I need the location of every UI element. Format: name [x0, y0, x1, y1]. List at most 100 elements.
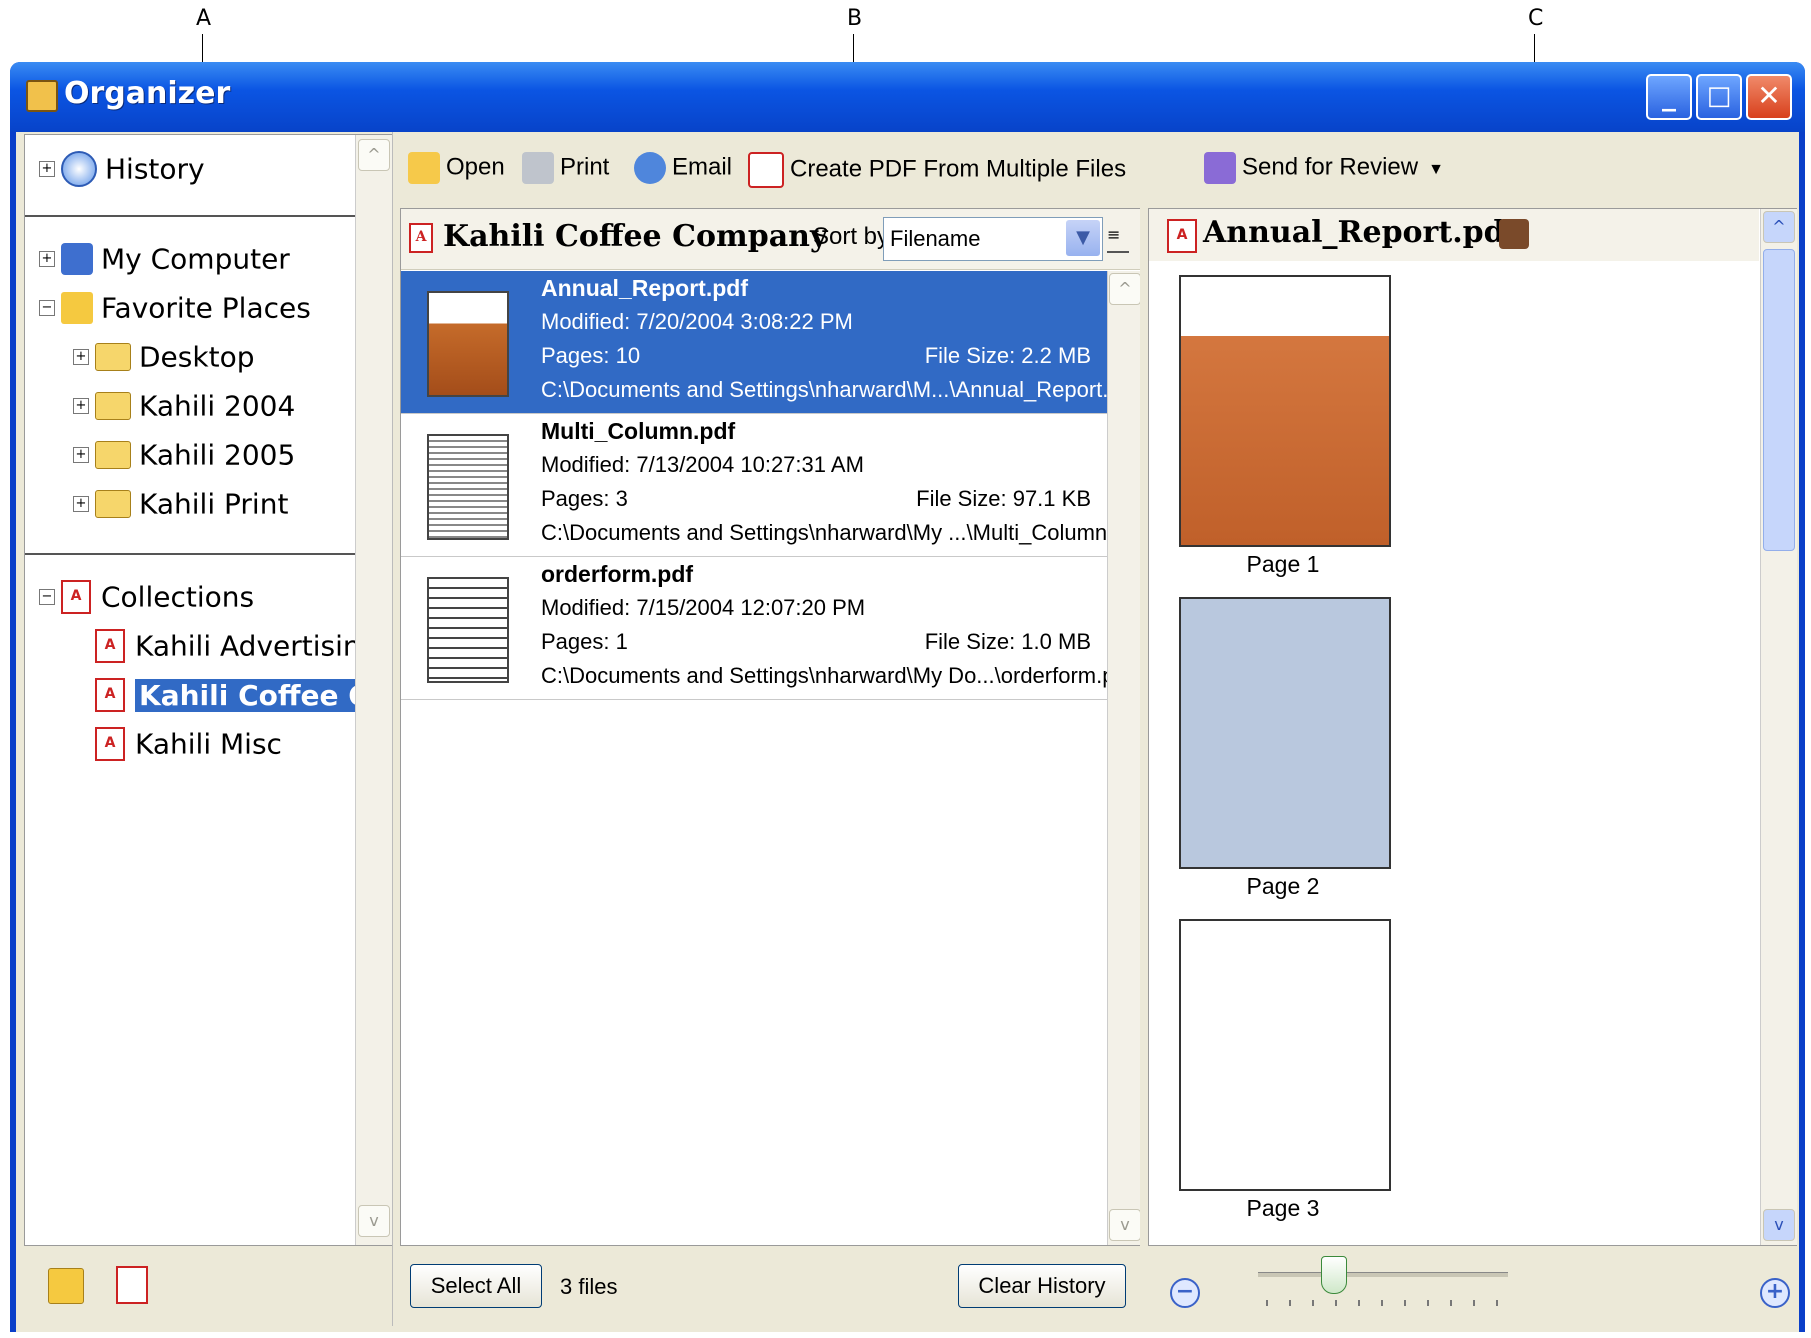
callout-b: B [847, 6, 863, 31]
chevron-down-icon[interactable]: ▼ [1066, 220, 1100, 256]
preview-footer: − + [1148, 1246, 1795, 1326]
dropdown-arrow-icon[interactable]: ▼ [1428, 161, 1444, 178]
scroll-up-arrow[interactable]: ^ [1109, 273, 1141, 305]
file-list-panel: A Kahili Coffee Company Sort by Filename … [400, 208, 1144, 1246]
page-thumbnail[interactable] [1179, 919, 1391, 1191]
expand-icon[interactable]: + [39, 251, 55, 267]
window-client-area: + History + My Computer − Favorite Places +… [16, 132, 1799, 1332]
create-pdf-icon [748, 152, 784, 188]
callout-c: C [1528, 6, 1544, 31]
zoom-slider-track[interactable] [1258, 1272, 1508, 1277]
collection-bag-icon[interactable] [1499, 219, 1529, 249]
collapse-icon[interactable]: − [39, 300, 55, 316]
scroll-down-arrow[interactable]: v [358, 1205, 390, 1237]
file-size: File Size: 97.1 KB [916, 486, 1091, 511]
email-button[interactable]: Email [634, 152, 732, 184]
file-row[interactable]: Multi_Column.pdf Modified: 7/13/2004 10:… [401, 414, 1144, 557]
tree-label: Kahili Coffee Co [135, 678, 393, 712]
send-for-review-button[interactable]: Send for Review ▼ [1204, 152, 1444, 184]
file-row[interactable]: orderform.pdf Modified: 7/15/2004 12:07:… [401, 557, 1133, 700]
print-label: Print [560, 153, 610, 181]
scroll-down-arrow[interactable]: v [1763, 1209, 1795, 1241]
open-button[interactable]: Open [408, 152, 505, 184]
tree-item-collection[interactable]: A Kahili Misc [95, 726, 282, 761]
tree-label: Kahili Advertising [135, 629, 379, 663]
zoom-in-icon[interactable]: + [1760, 1278, 1790, 1308]
file-size: File Size: 1.0 MB [924, 629, 1091, 654]
scroll-up-arrow[interactable]: ^ [358, 139, 390, 171]
collapse-icon[interactable]: − [39, 589, 55, 605]
create-pdf-button[interactable]: Create PDF From Multiple Files [748, 152, 1126, 188]
file-size: File Size: 2.2 MB [924, 343, 1091, 368]
tree-item-folder[interactable]: + Kahili 2005 [73, 437, 295, 472]
file-count: 3 files [560, 1274, 618, 1299]
file-path: C:\Documents and Settings\nharward\My Do… [541, 663, 1133, 688]
sort-by-select[interactable]: Filename ▼ [883, 217, 1103, 261]
expand-icon[interactable]: + [39, 161, 55, 177]
expand-icon[interactable]: + [73, 349, 89, 365]
star-folder-icon [61, 292, 93, 324]
tree-item-collection-selected[interactable]: A Kahili Coffee Co [95, 677, 393, 712]
file-path: C:\Documents and Settings\nharward\My ..… [541, 520, 1144, 545]
tree-item-collections[interactable]: − A Collections [39, 579, 254, 614]
file-name: orderform.pdf [541, 561, 694, 587]
close-button[interactable]: ✕ [1746, 74, 1792, 120]
expand-icon[interactable]: + [73, 496, 89, 512]
add-favorite-place-icon[interactable] [48, 1268, 84, 1304]
send-review-icon [1204, 152, 1236, 184]
scroll-up-arrow[interactable]: ^ [1763, 211, 1795, 243]
tree-label: Kahili 2004 [139, 389, 296, 423]
new-collection-icon[interactable] [116, 1266, 148, 1304]
tree-item-favorite-places[interactable]: − Favorite Places [39, 290, 311, 325]
tree-label: Kahili Misc [135, 727, 282, 761]
file-pages: Pages: 1 [541, 629, 628, 654]
tree-label: History [105, 152, 205, 186]
file-pages: Pages: 10 [541, 343, 641, 368]
preview-scrollbar[interactable]: ^ v [1760, 209, 1797, 1245]
tree-item-history[interactable]: + History [39, 151, 205, 187]
right-splitter[interactable] [1140, 208, 1148, 1326]
tree-item-collection[interactable]: A Kahili Advertising [95, 628, 378, 663]
file-pages: Pages: 3 [541, 486, 628, 511]
expand-icon[interactable]: + [73, 398, 89, 414]
sort-value: Filename [890, 226, 981, 251]
sort-order-icon[interactable]: ≡ [1107, 225, 1129, 253]
tree-label: My Computer [101, 242, 290, 276]
clear-history-button[interactable]: Clear History [958, 1264, 1126, 1308]
left-scrollbar[interactable]: ^ v [355, 135, 392, 1245]
select-all-button[interactable]: Select All [410, 1264, 542, 1308]
zoom-slider-thumb[interactable] [1321, 1256, 1347, 1294]
file-name: Multi_Column.pdf [541, 418, 736, 444]
zoom-ticks [1266, 1300, 1498, 1306]
print-button[interactable]: Print [522, 152, 609, 184]
file-list-scrollbar[interactable]: ^ v [1107, 271, 1142, 1245]
title-bar[interactable]: Organizer _ □ ✕ [10, 62, 1805, 132]
toolbar: Open Print Email Create PDF From Multipl… [400, 134, 1795, 204]
pdf-icon: A [1167, 219, 1197, 253]
collection-icon: A [95, 678, 125, 712]
tree-label: Kahili 2005 [139, 438, 296, 472]
window-title: Organizer [64, 76, 231, 111]
file-modified: Modified: 7/13/2004 10:27:31 AM [541, 452, 864, 477]
tree-item-folder[interactable]: + Kahili 2004 [73, 388, 295, 423]
expand-icon[interactable]: + [73, 447, 89, 463]
file-thumbnail [427, 291, 509, 397]
folder-icon [95, 441, 131, 469]
scroll-thumb[interactable] [1763, 249, 1795, 551]
minimize-button[interactable]: _ [1646, 74, 1692, 120]
tree-item-folder[interactable]: + Desktop [73, 339, 254, 374]
left-panel-footer [24, 1246, 390, 1326]
send-review-label: Send for Review [1242, 153, 1419, 181]
collection-title: A Kahili Coffee Company [409, 219, 827, 254]
tree-item-folder[interactable]: + Kahili Print [73, 486, 288, 521]
maximize-button[interactable]: □ [1696, 74, 1742, 120]
section-divider [25, 215, 391, 217]
zoom-out-icon[interactable]: − [1170, 1278, 1200, 1308]
page-thumbnail[interactable] [1179, 275, 1391, 547]
file-row[interactable]: Annual_Report.pdf Modified: 7/20/2004 3:… [401, 271, 1139, 414]
collection-icon: A [95, 727, 125, 761]
scroll-down-arrow[interactable]: v [1109, 1209, 1141, 1241]
page-thumbnail[interactable] [1179, 597, 1391, 869]
tree-item-my-computer[interactable]: + My Computer [39, 241, 290, 276]
collection-icon: A [61, 580, 91, 614]
